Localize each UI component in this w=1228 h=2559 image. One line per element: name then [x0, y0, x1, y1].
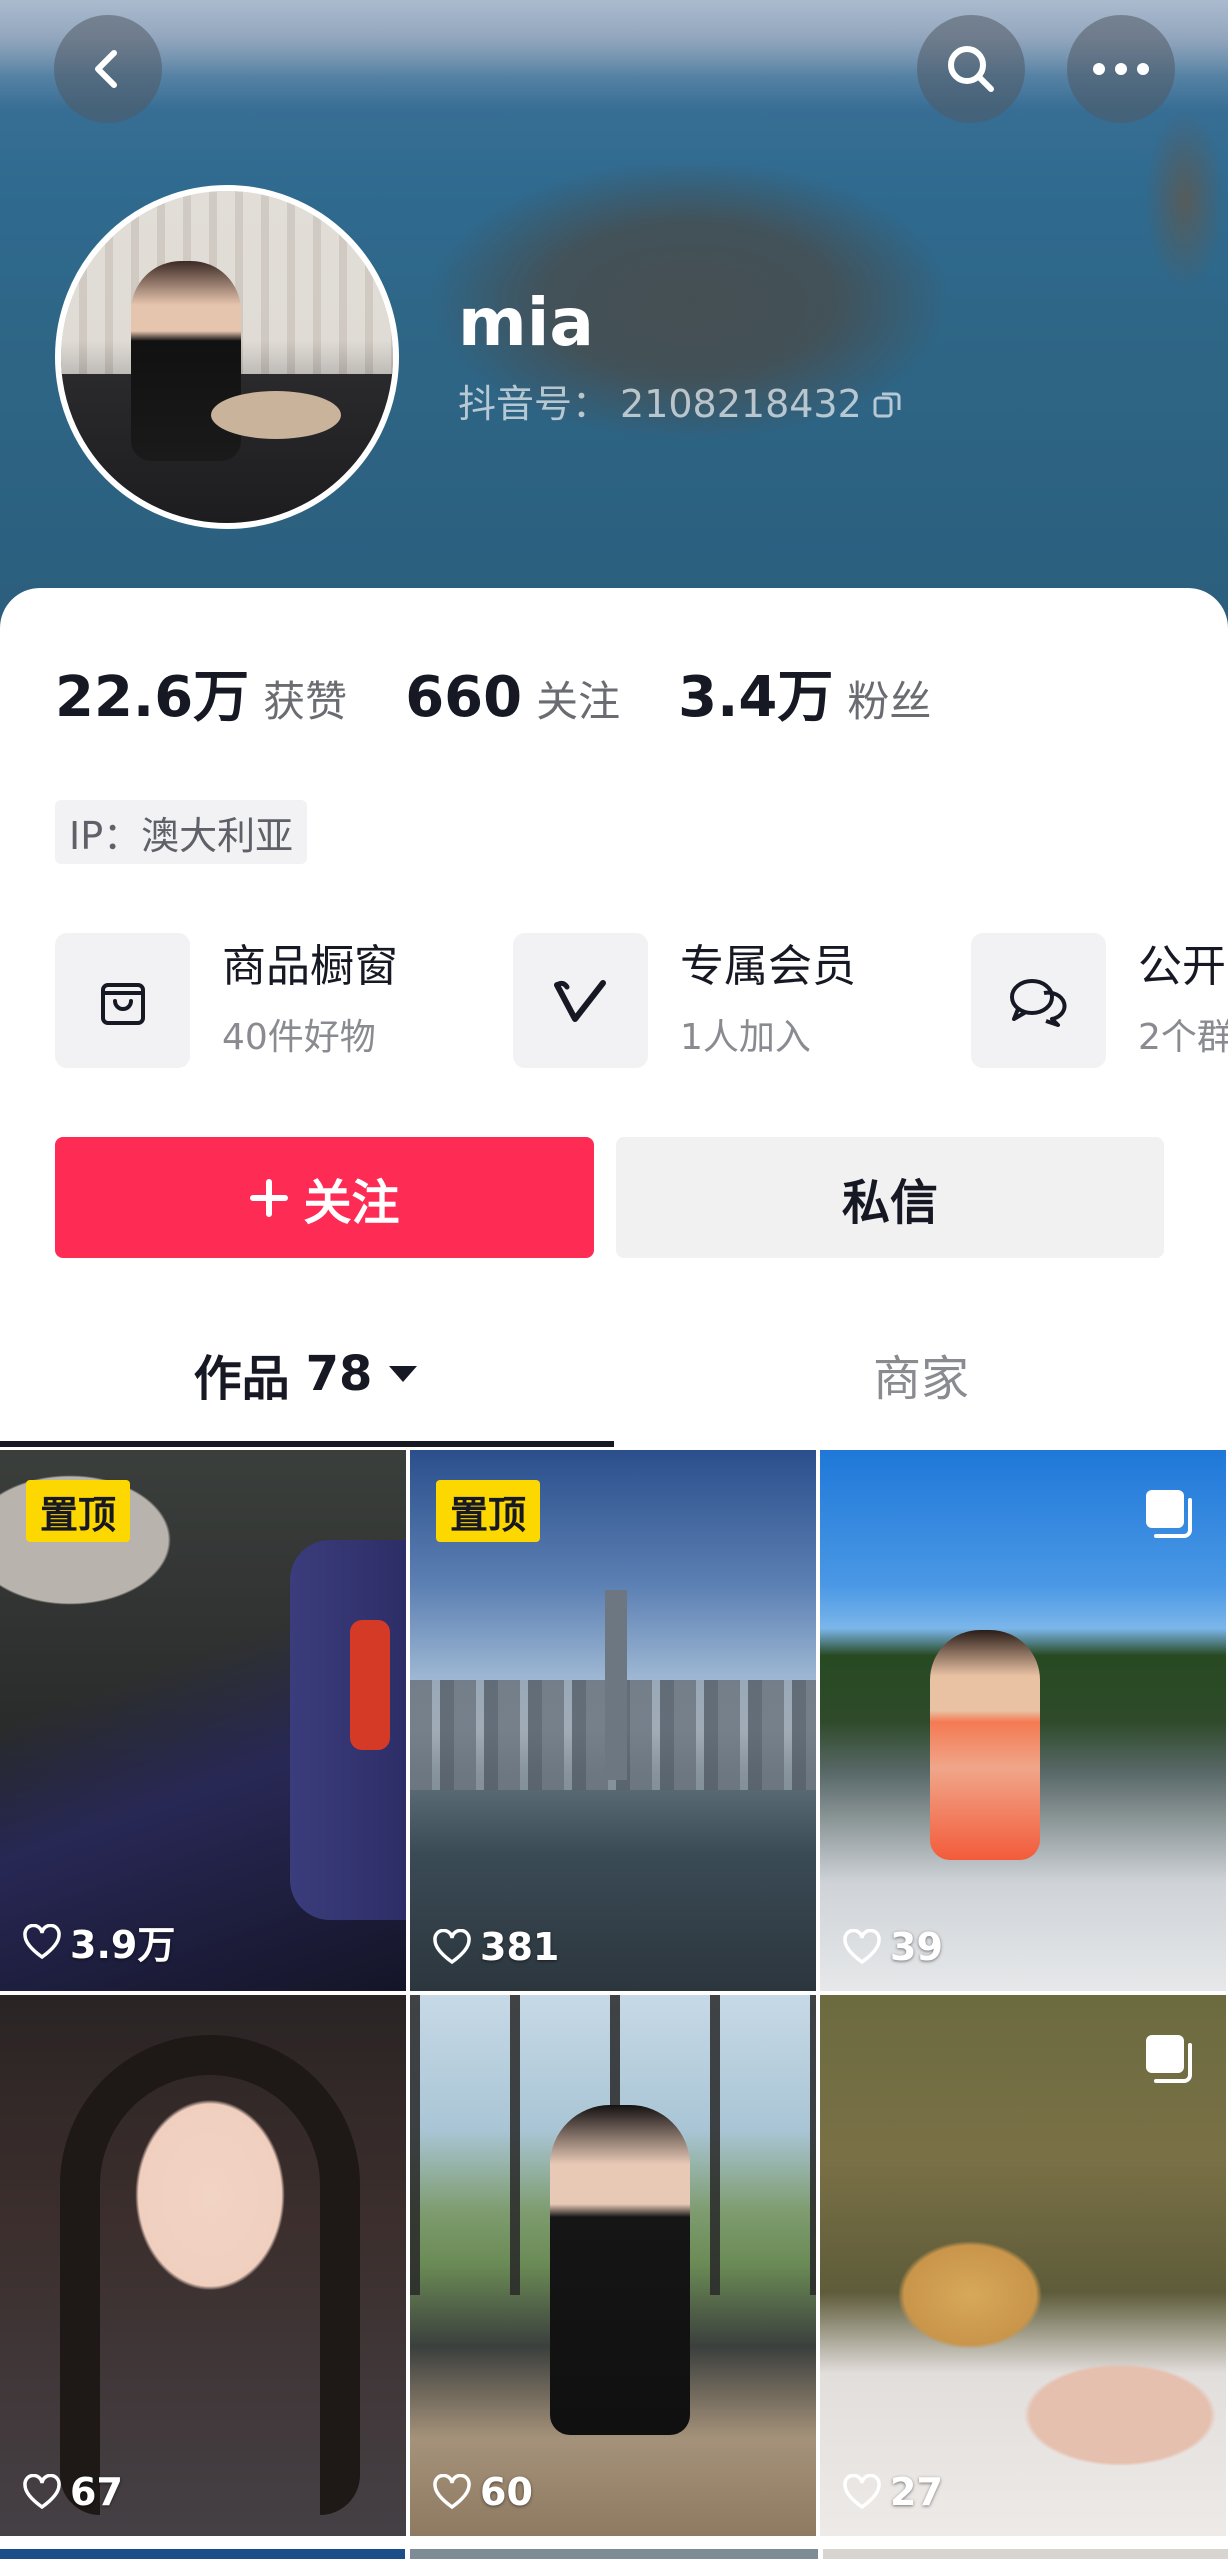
service-membership-icon-box [513, 933, 648, 1068]
content-tabs: 作品 78 商家 [0, 1300, 1228, 1448]
video-likes: 27 [842, 2470, 943, 2514]
service-membership-subtitle: 1人加入 [680, 1016, 811, 1058]
video-likes-count: 381 [480, 1925, 560, 1969]
stat-likes[interactable]: 22.6万 获赞 [55, 652, 347, 733]
video-likes: 381 [432, 1925, 559, 1969]
thumbnail-person [930, 1630, 1040, 1860]
douyin-id-value: 2108218432 [620, 382, 862, 426]
video-thumbnail[interactable]: 60 [410, 1995, 816, 2536]
stat-following[interactable]: 660 关注 [405, 665, 620, 730]
heart-outline-icon [433, 1929, 471, 1965]
thumbnail-hair [60, 2035, 360, 2515]
message-button[interactable]: 私信 [616, 1137, 1164, 1258]
video-likes: 39 [842, 1925, 943, 1969]
service-group-chat[interactable]: 公开 2个群 [971, 933, 1228, 1068]
follow-button-label: 关注 [303, 1174, 400, 1231]
douyin-id[interactable]: 抖音号： 2108218432 [458, 385, 902, 423]
service-storefront[interactable]: 商品橱窗 40件好物 [55, 933, 398, 1068]
shopping-bag-icon [100, 982, 145, 1025]
heart-outline-icon [433, 2474, 471, 2510]
service-group-chat-icon-box [971, 933, 1106, 1068]
service-group-chat-subtitle: 2个群 [1138, 1016, 1228, 1058]
thumbnail-person [550, 2105, 690, 2435]
tab-works[interactable]: 作品 78 [0, 1300, 614, 1448]
douyin-id-label: 抖音号： [458, 382, 611, 426]
tab-works-count: 78 [305, 1346, 373, 1402]
tab-merchant-label: 商家 [872, 1351, 969, 1407]
copy-icon[interactable] [872, 389, 902, 419]
plus-icon [250, 1178, 289, 1217]
video-thumbnail[interactable]: 39 [820, 1450, 1226, 1991]
stat-followers-label: 粉丝 [847, 677, 932, 726]
video-likes-count: 39 [890, 1925, 943, 1969]
username: mia [458, 284, 594, 361]
multi-image-icon [1146, 2035, 1192, 2083]
stat-likes-value: 22.6万 [55, 665, 250, 730]
pinned-badge: 置顶 [26, 1480, 131, 1542]
video-likes-count: 67 [70, 2470, 123, 2514]
stat-following-label: 关注 [536, 677, 621, 726]
service-membership-title: 专属会员 [680, 941, 856, 993]
cover-haze [0, 0, 1228, 110]
tab-merchant[interactable]: 商家 [614, 1300, 1228, 1448]
video-thumbnail[interactable]: 67 [0, 1995, 406, 2536]
heart-outline-icon [23, 2474, 61, 2510]
video-likes: 67 [22, 2470, 123, 2514]
chat-bubbles-icon [1009, 978, 1066, 1027]
back-button[interactable] [54, 15, 162, 123]
search-icon [948, 46, 994, 92]
stat-likes-label: 获赞 [263, 677, 348, 726]
video-likes-count: 3.9万 [70, 1923, 176, 1967]
stats-row: 22.6万 获赞 660 关注 3.4万 粉丝 [55, 652, 989, 733]
stat-followers-value: 3.4万 [678, 665, 834, 730]
multi-image-icon [1146, 1490, 1192, 1538]
heart-outline-icon [843, 1929, 881, 1965]
avatar-person [131, 261, 241, 461]
heart-outline-icon [23, 1923, 61, 1959]
more-horizontal-icon [1093, 63, 1149, 75]
service-group-chat-title: 公开 [1138, 941, 1226, 993]
pinned-badge: 置顶 [436, 1480, 541, 1542]
avatar[interactable] [55, 185, 399, 529]
video-thumbnail[interactable]: 置顶 3.9万 [0, 1450, 406, 1991]
more-button[interactable] [1067, 15, 1175, 123]
follow-button[interactable]: 关注 [55, 1137, 594, 1258]
search-button[interactable] [917, 15, 1025, 123]
service-storefront-icon-box [55, 933, 190, 1068]
ip-location-tag: IP：澳大利亚 [55, 800, 308, 864]
tab-active-indicator [0, 1441, 614, 1447]
video-likes: 3.9万 [22, 1914, 175, 1969]
video-likes-count: 27 [890, 2470, 943, 2514]
video-likes: 60 [432, 2470, 533, 2514]
heart-outline-icon [843, 2474, 881, 2510]
stat-followers[interactable]: 3.4万 粉丝 [678, 652, 931, 733]
services-row: 商品橱窗 40件好物 专属会员 1人加入 公开 2个群 [55, 933, 1228, 1068]
avatar-table [211, 391, 341, 439]
vip-v-icon [553, 979, 606, 1022]
service-storefront-title: 商品橱窗 [222, 941, 398, 993]
video-thumbnail[interactable]: 置顶 381 [410, 1450, 816, 1991]
service-storefront-subtitle: 40件好物 [222, 1016, 376, 1058]
stat-following-value: 660 [405, 665, 523, 730]
message-button-label: 私信 [841, 1174, 938, 1231]
chevron-left-icon [95, 50, 117, 88]
video-thumbnail[interactable]: 27 [820, 1995, 1226, 2536]
next-row-thumbnails [0, 2549, 1228, 2559]
caret-down-icon[interactable] [386, 1362, 420, 1386]
thumbnail-tail-light [350, 1620, 390, 1750]
video-likes-count: 60 [480, 2470, 533, 2514]
tab-works-label: 作品 [193, 1351, 290, 1407]
thumbnail-tower [605, 1590, 627, 1780]
service-membership[interactable]: 专属会员 1人加入 [513, 933, 856, 1068]
